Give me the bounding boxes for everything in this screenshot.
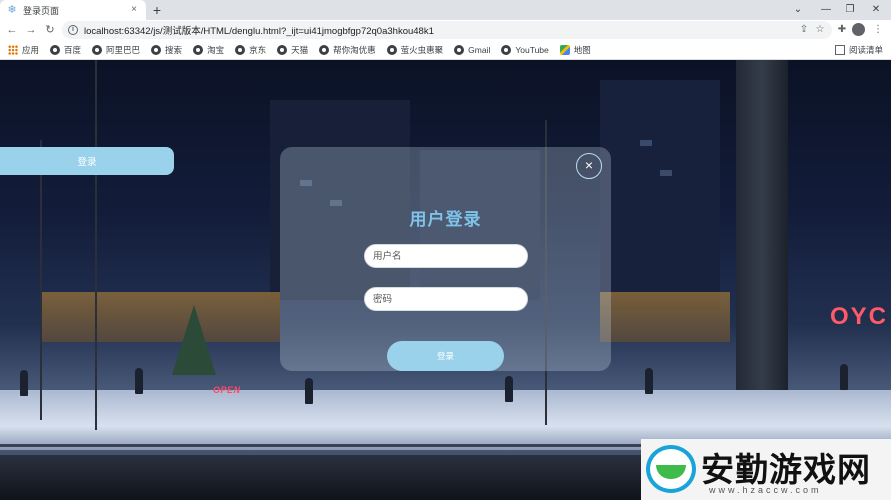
bare-tree xyxy=(95,60,97,430)
skater-figure xyxy=(305,378,313,404)
globe-icon xyxy=(319,44,330,55)
skater-figure xyxy=(840,364,848,390)
globe-icon xyxy=(151,44,162,55)
lit-storefront xyxy=(600,292,730,342)
browser-tab[interactable]: ❄ 登录页面 × xyxy=(0,0,146,20)
more-menu-icon[interactable]: ⋮ xyxy=(870,22,886,38)
reading-list[interactable]: 阅读清单 xyxy=(834,44,883,56)
globe-icon xyxy=(386,44,397,55)
globe-icon xyxy=(235,44,246,55)
building-window xyxy=(660,170,672,176)
password-input[interactable] xyxy=(364,287,528,311)
share-icon[interactable]: ⇪ xyxy=(796,22,812,38)
reload-icon[interactable]: ↻ xyxy=(42,22,58,38)
watermark-logo-icon xyxy=(646,445,696,493)
bookmark-star-icon[interactable]: ☆ xyxy=(812,22,828,38)
site-info-icon[interactable]: i xyxy=(68,25,78,35)
concrete-pillar xyxy=(736,60,788,440)
watermark-url: www.hzaccw.com xyxy=(709,485,822,495)
close-icon[interactable]: × xyxy=(576,153,602,179)
page-viewport: OPEN OYC 登录 × 用户登录 登录 xyxy=(0,60,891,500)
tab-close-icon[interactable]: × xyxy=(128,4,140,16)
globe-icon xyxy=(454,44,465,55)
globe-icon xyxy=(501,44,512,55)
maximize-button[interactable]: ❐ xyxy=(836,0,864,20)
skater-figure xyxy=(135,368,143,394)
globe-icon xyxy=(50,44,61,55)
login-submit-button[interactable]: 登录 xyxy=(387,341,504,371)
back-arrow-icon[interactable]: ← xyxy=(4,22,20,38)
profile-avatar-icon[interactable] xyxy=(852,23,865,36)
lit-storefront xyxy=(40,292,280,342)
skater-figure xyxy=(20,370,28,396)
address-bar[interactable]: i localhost:63342/js/测试版本/HTML/denglu.ht… xyxy=(62,21,832,39)
side-login-button[interactable]: 登录 xyxy=(0,147,174,175)
bookmark-firefly[interactable]: 萤火虫惠聚 xyxy=(386,44,443,56)
tab-search-dropdown-icon[interactable]: ⌄ xyxy=(784,0,812,20)
bookmark-tmall[interactable]: 天猫 xyxy=(277,44,308,56)
forward-arrow-icon[interactable]: → xyxy=(23,22,39,38)
red-neon-sign: OYC xyxy=(830,303,889,330)
new-tab-button[interactable]: + xyxy=(150,2,164,18)
apps-grid-icon xyxy=(8,44,18,55)
christmas-tree xyxy=(172,305,216,375)
globe-icon xyxy=(277,44,288,55)
bookmark-jd[interactable]: 京东 xyxy=(235,44,266,56)
tab-title: 登录页面 xyxy=(23,5,60,16)
reading-list-icon xyxy=(834,45,845,55)
globe-icon xyxy=(92,44,103,55)
extensions-puzzle-icon[interactable]: ✚ xyxy=(834,22,850,38)
open-neon-sign: OPEN xyxy=(213,385,241,395)
building-window xyxy=(640,140,652,146)
username-input[interactable] xyxy=(364,244,528,268)
bookmark-baidu[interactable]: 百度 xyxy=(50,44,81,56)
bookmark-search[interactable]: 搜索 xyxy=(151,44,182,56)
bookmark-apps[interactable]: 应用 xyxy=(8,44,39,56)
bookmark-gmail[interactable]: Gmail xyxy=(454,44,490,55)
bare-tree xyxy=(40,140,42,420)
snowflake-favicon-icon: ❄ xyxy=(7,4,17,16)
site-watermark: 安勤游戏网 www.hzaccw.com xyxy=(641,439,891,500)
window-close-button[interactable]: ✕ xyxy=(862,0,890,20)
watermark-text: 安勤游戏网 xyxy=(701,450,871,489)
background-building xyxy=(600,80,720,310)
login-title: 用户登录 xyxy=(409,210,482,229)
bookmark-deals[interactable]: 帮你淘优惠 xyxy=(319,44,376,56)
login-panel: × 用户登录 登录 xyxy=(280,147,611,371)
globe-icon xyxy=(193,44,204,55)
skater-figure xyxy=(645,368,653,394)
browser-toolbar: ← → ↻ i localhost:63342/js/测试版本/HTML/den… xyxy=(0,20,891,40)
bookmark-alibaba[interactable]: 阿里巴巴 xyxy=(92,44,140,56)
bookmark-youtube[interactable]: YouTube xyxy=(501,44,549,55)
bookmarks-bar: 应用 百度 阿里巴巴 搜索 淘宝 京东 天猫 帮你淘优惠 萤火虫惠聚 Gmail… xyxy=(0,40,891,60)
bookmark-taobao[interactable]: 淘宝 xyxy=(193,44,224,56)
bookmark-maps[interactable]: 地图 xyxy=(559,44,591,56)
address-url[interactable]: localhost:63342/js/测试版本/HTML/denglu.html… xyxy=(84,23,434,37)
skater-figure xyxy=(505,376,513,402)
tab-strip: ❄ 登录页面 × + ⌄ — ❐ ✕ xyxy=(0,0,891,20)
maps-icon xyxy=(559,44,570,55)
